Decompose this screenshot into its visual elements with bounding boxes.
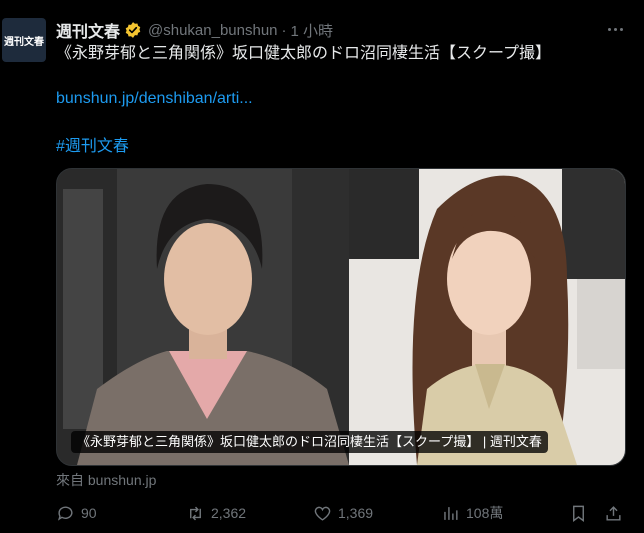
retweet-button[interactable]: 2,362 [186, 501, 246, 525]
avatar[interactable]: 週刊文春 [2, 18, 46, 62]
reply-button[interactable]: 90 [56, 501, 97, 525]
views-button[interactable]: 108萬 [441, 501, 503, 525]
more-icon [606, 27, 624, 31]
retweet-count: 2,362 [211, 505, 247, 521]
article-link[interactable]: bunshun.jp/denshiban/arti... [56, 90, 253, 108]
like-icon [314, 506, 331, 521]
separator-dot: · [281, 21, 287, 39]
tweet-text: 《永野芽郁と三角関係》坂口健太郎のドロ沼同棲生活【スクープ撮】 [56, 45, 552, 62]
share-button[interactable] [604, 501, 629, 525]
tweet-header: 週刊文春 @shukan_bunshun · 1 小時 [56, 18, 334, 42]
views-count: 108萬 [466, 505, 504, 521]
timestamp[interactable]: 1 小時 [291, 20, 334, 41]
more-button[interactable] [600, 14, 630, 44]
avatar-logo-text: 週刊文春 [4, 36, 44, 48]
hashtag-link[interactable]: #週刊文春 [56, 132, 129, 156]
reply-count: 90 [81, 505, 97, 521]
bookmark-button[interactable] [569, 501, 594, 525]
author-handle[interactable]: @shukan_bunshun [148, 22, 278, 39]
verified-badge-icon[interactable] [124, 21, 142, 39]
views-icon [444, 506, 458, 520]
card-image [57, 169, 625, 465]
retweet-icon [190, 506, 201, 520]
share-icon [606, 505, 621, 521]
reply-icon [57, 505, 73, 521]
card-source[interactable]: 來自 bunshun.jp [56, 470, 156, 490]
action-bar: 90 2,362 1,369 108萬 [56, 501, 628, 525]
bookmark-icon [573, 505, 584, 522]
tweet[interactable]: 週刊文春 週刊文春 @shukan_bunshun · 1 小時 《永野芽郁と三… [0, 0, 644, 533]
like-button[interactable]: 1,369 [313, 501, 373, 525]
like-count: 1,369 [338, 505, 374, 521]
link-card[interactable]: 《永野芽郁と三角関係》坂口健太郎のドロ沼同棲生活【スクープ撮】 | 週刊文春 [56, 168, 626, 466]
author-name[interactable]: 週刊文春 [56, 18, 120, 42]
card-caption: 《永野芽郁と三角関係》坂口健太郎のドロ沼同棲生活【スクープ撮】 | 週刊文春 [71, 431, 548, 453]
